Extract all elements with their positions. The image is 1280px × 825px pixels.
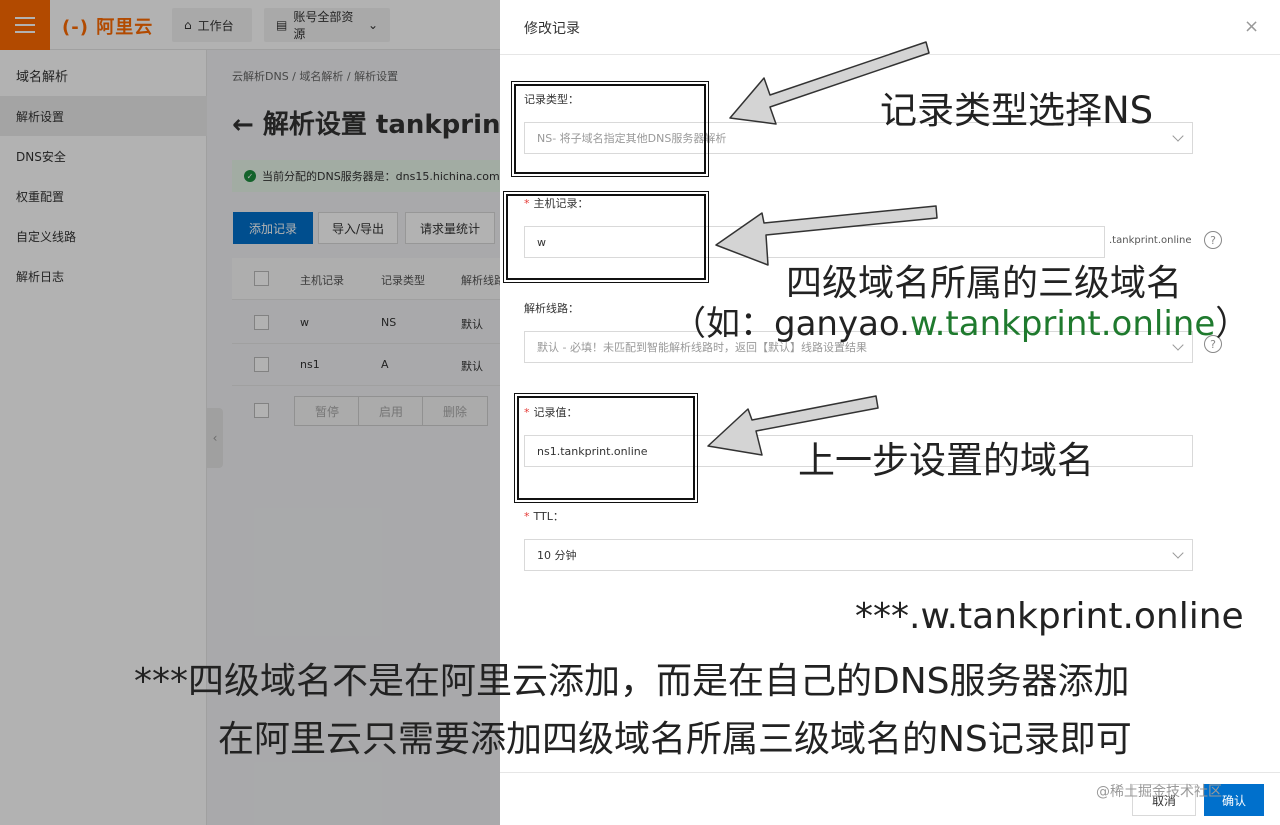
annotation-note-1: ***四级域名不是在阿里云添加，而是在自己的DNS服务器添加 [134,661,1130,702]
close-icon[interactable]: × [1244,16,1259,37]
annotation-fourth-level-pattern: ***.w.tankprint.online [855,596,1244,637]
annotation-previous-step: 上一步设置的域名 [798,439,1094,482]
chevron-down-icon [1172,547,1184,559]
ttl-label: * TTL： [524,510,564,523]
help-icon[interactable]: ? [1204,231,1222,249]
annotation-example: （如：ganyao.w.tankprint.online） [672,296,1249,345]
annotation-example-prefix: （如：ganyao. [672,304,910,344]
highlight-box-record-value [514,393,698,503]
chevron-down-icon [1172,130,1184,142]
annotation-note-2: 在阿里云只需要添加四级域名所属三级域名的NS记录即可 [218,719,1132,760]
ttl-select[interactable]: 10 分钟 [524,539,1193,571]
line-label: 解析线路： [524,302,579,315]
annotation-record-type: 记录类型选择NS [880,89,1154,132]
annotation-example-suffix: ） [1215,304,1250,344]
highlight-box-record-type [511,81,709,177]
footer-divider [500,772,1280,773]
drawer-divider [500,54,1280,55]
highlight-box-host-record [503,191,709,283]
ttl-value: 10 分钟 [537,549,577,562]
drawer-title: 修改记录 [524,21,580,37]
domain-suffix: .tankprint.online [1109,235,1192,246]
ttl-label-text: TTL： [533,510,564,523]
annotation-example-domain: w.tankprint.online [909,304,1216,344]
watermark: @稀土掘金技术社区 [1096,784,1222,800]
